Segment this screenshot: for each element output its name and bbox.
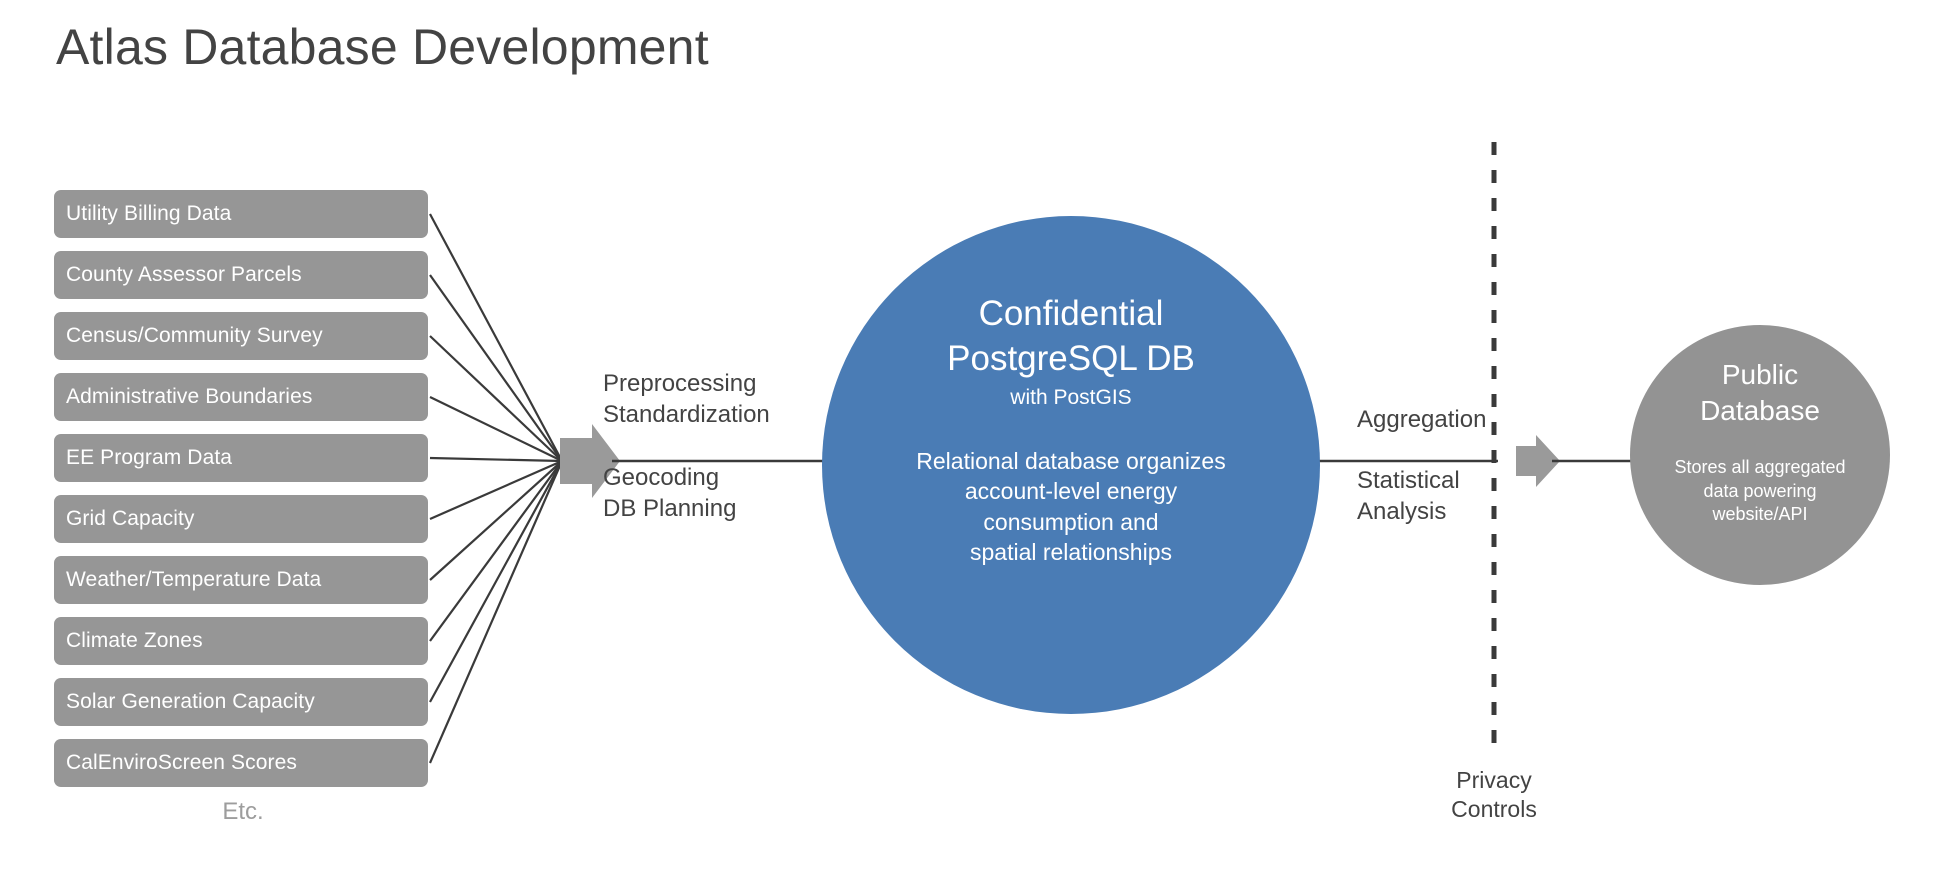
source-box-weather-temperature-data[interactable]: Weather/Temperature Data bbox=[54, 556, 428, 604]
source-label: Climate Zones bbox=[66, 629, 203, 652]
process-label-geocoding: Geocoding DB Planning bbox=[603, 464, 737, 522]
public-database-title: Public Database bbox=[1700, 359, 1820, 427]
confidential-database-description: Relational database organizes account-le… bbox=[916, 447, 1226, 566]
fan-line-1 bbox=[429, 213, 563, 462]
process-label-statistical-analysis: Statistical Analysis bbox=[1357, 467, 1460, 525]
fan-line-2 bbox=[429, 274, 563, 462]
fan-line-10 bbox=[428, 460, 564, 764]
source-label: Weather/Temperature Data bbox=[66, 568, 322, 591]
source-label: County Assessor Parcels bbox=[66, 263, 302, 286]
source-box-administrative-boundaries[interactable]: Administrative Boundaries bbox=[54, 373, 428, 421]
source-label: Census/Community Survey bbox=[66, 324, 323, 347]
page-title: Atlas Database Development bbox=[56, 19, 709, 75]
fan-line-4 bbox=[429, 396, 563, 462]
source-box-solar-generation-capacity[interactable]: Solar Generation Capacity bbox=[54, 678, 428, 726]
confidential-database-node[interactable]: Confidential PostgreSQL DB with PostGIS … bbox=[822, 216, 1320, 714]
source-fan-lines bbox=[428, 213, 564, 764]
source-label: Utility Billing Data bbox=[66, 202, 232, 225]
fan-line-6 bbox=[429, 459, 563, 521]
source-box-ee-program-data[interactable]: EE Program Data bbox=[54, 434, 428, 482]
confidential-database-subtitle: with PostGIS bbox=[1010, 385, 1132, 409]
sources-etc-label: Etc. bbox=[222, 798, 264, 825]
diagram-canvas: Atlas Database Development Utility Billi… bbox=[0, 0, 1936, 874]
aggregation-arrow-icon bbox=[1516, 435, 1560, 487]
source-label: Solar Generation Capacity bbox=[66, 690, 315, 713]
source-box-utility-billing-data[interactable]: Utility Billing Data bbox=[54, 190, 428, 238]
source-label: Administrative Boundaries bbox=[66, 385, 313, 408]
source-label: EE Program Data bbox=[66, 446, 233, 469]
fan-line-8 bbox=[429, 460, 563, 642]
source-box-grid-capacity[interactable]: Grid Capacity bbox=[54, 495, 428, 543]
public-database-node[interactable]: Public Database Stores all aggregated da… bbox=[1630, 325, 1890, 585]
source-label: CalEnviroScreen Scores bbox=[66, 751, 297, 774]
source-label: Grid Capacity bbox=[66, 507, 195, 530]
fan-line-5 bbox=[429, 456, 563, 463]
privacy-controls-label: Privacy Controls bbox=[1451, 767, 1537, 823]
source-box-county-assessor-parcels[interactable]: County Assessor Parcels bbox=[54, 251, 428, 299]
process-label-aggregation: Aggregation bbox=[1357, 406, 1487, 433]
process-label-preprocessing: Preprocessing Standardization bbox=[603, 370, 770, 428]
fan-line-9 bbox=[429, 460, 563, 703]
source-list: Utility Billing Data County Assessor Par… bbox=[54, 190, 428, 800]
source-box-calenviroscreen-scores[interactable]: CalEnviroScreen Scores bbox=[54, 739, 428, 787]
source-box-census-community-survey[interactable]: Census/Community Survey bbox=[54, 312, 428, 360]
public-database-description: Stores all aggregated data powering webs… bbox=[1674, 456, 1846, 525]
source-box-climate-zones[interactable]: Climate Zones bbox=[54, 617, 428, 665]
confidential-database-title: Confidential PostgreSQL DB bbox=[947, 294, 1195, 378]
fan-line-3 bbox=[429, 335, 563, 462]
fan-line-7 bbox=[429, 460, 563, 581]
